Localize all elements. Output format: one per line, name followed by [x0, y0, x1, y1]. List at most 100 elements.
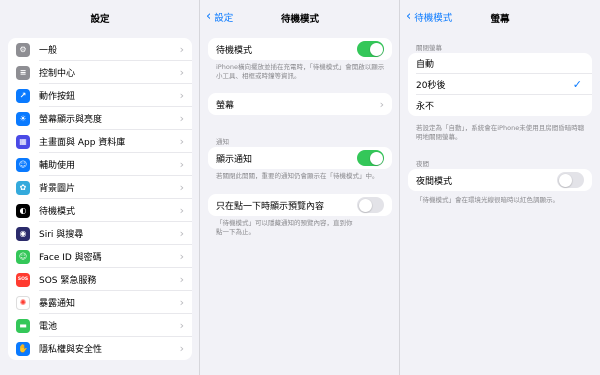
auto-off-option[interactable]: 20秒後 ✓: [408, 74, 592, 95]
home-screen-icon: ▦: [16, 134, 30, 149]
settings-row-label: 背景圖片: [39, 184, 76, 194]
toggle-knob: [369, 42, 383, 56]
notifications-card: 顯示通知: [208, 147, 392, 169]
control-center-icon: ≡: [16, 65, 30, 80]
settings-row-label: 暴露通知: [39, 299, 76, 309]
auto-off-header: 關閉螢幕: [416, 44, 442, 52]
chevron-right-icon: ›: [179, 43, 184, 56]
chevron-right-icon: ›: [379, 97, 384, 111]
settings-row[interactable]: ☺ 輔助使用 ›: [8, 153, 192, 176]
settings-row-label: 輔助使用: [39, 161, 76, 171]
settings-row[interactable]: SOS SOS 緊急服務 ›: [8, 268, 192, 291]
wallpaper-icon: ✿: [16, 180, 30, 195]
standby-toggle-label: 待機模式: [216, 45, 253, 56]
auto-off-options-card: 自動 20秒後 ✓ 永不: [408, 53, 592, 116]
chevron-right-icon: ›: [179, 273, 184, 286]
settings-row[interactable]: ≡ 控制中心 ›: [8, 61, 192, 84]
auto-off-option-label: 20秒後: [416, 81, 446, 91]
toggle-knob: [558, 173, 572, 187]
display-card: 螢幕 ›: [208, 93, 392, 115]
night-footer: 「待機模式」會在環境光線很暗時以紅色調顯示。: [416, 196, 559, 204]
face-id-icon: ☺: [16, 249, 30, 264]
settings-row[interactable]: ◉ Siri 與搜尋 ›: [8, 222, 192, 245]
settings-row[interactable]: ▦ 主畫面與 App 資料庫 ›: [8, 130, 192, 153]
auto-off-option[interactable]: 自動: [408, 53, 592, 74]
settings-row[interactable]: ✋ 隱私權與安全性 ›: [8, 337, 192, 360]
hand-icon: ✋: [16, 341, 30, 356]
night-mode-row: 夜間模式: [408, 169, 592, 191]
show-notifications-row: 顯示通知: [208, 147, 392, 169]
chevron-right-icon: ›: [179, 135, 184, 148]
settings-row[interactable]: ☀ 螢幕顯示與亮度 ›: [8, 107, 192, 130]
chevron-right-icon: ›: [179, 250, 184, 263]
settings-row-label: 待機模式: [39, 207, 76, 217]
chevron-right-icon: ›: [179, 181, 184, 194]
checkmark-icon: ✓: [572, 78, 582, 91]
settings-row-label: SOS 緊急服務: [39, 276, 97, 286]
sos-icon: SOS: [16, 272, 30, 287]
settings-row-label: 電池: [39, 322, 58, 332]
settings-row[interactable]: ⚙ 一般 ›: [8, 38, 192, 61]
settings-title: 設定: [90, 14, 110, 25]
settings-row-label: 主畫面與 App 資料庫: [39, 138, 126, 148]
show-notifications-label: 顯示通知: [216, 154, 253, 165]
chevron-right-icon: ›: [179, 66, 184, 79]
standby-icon: ◐: [16, 203, 30, 218]
settings-row-label: Siri 與搜尋: [39, 230, 84, 240]
night-header: 夜間: [416, 160, 429, 168]
display-pane: ‹ 待機模式 螢幕 關閉螢幕 自動 20秒後 ✓ 永不 若設定為「自動」，系統會在iP…: [400, 0, 600, 375]
standby-pane: ‹ 設定 待機模式 待機模式 iPhone橫向擺放並插在充電時，「待機模式」會開…: [200, 0, 400, 375]
settings-row[interactable]: ✿ 背景圖片 ›: [8, 176, 192, 199]
accessibility-icon: ☺: [16, 157, 30, 172]
settings-row-label: 螢幕顯示與亮度: [39, 115, 103, 125]
settings-row-label: 一般: [39, 46, 58, 56]
night-mode-toggle[interactable]: [557, 172, 584, 188]
display-title: 螢幕: [490, 14, 510, 25]
chevron-right-icon: ›: [179, 158, 184, 171]
battery-icon: ▬: [16, 318, 30, 333]
notifications-header: 通知: [216, 138, 229, 146]
action-button-icon: ↗: [16, 88, 30, 103]
preview-row: 只在點一下時顯示預覽內容: [208, 194, 392, 216]
auto-off-footer: 若設定為「自動」，系統會在iPhone未使用且房間昏暗時聰明地關閉螢幕。: [416, 124, 585, 141]
siri-icon: ◉: [16, 226, 30, 241]
night-mode-label: 夜間模式: [416, 176, 453, 187]
preview-card: 只在點一下時顯示預覽內容: [208, 194, 392, 216]
settings-row[interactable]: ▬ 電池 ›: [8, 314, 192, 337]
gear-icon: ⚙: [16, 42, 30, 57]
show-notifications-toggle[interactable]: [357, 150, 384, 166]
chevron-right-icon: ›: [179, 89, 184, 102]
standby-toggle[interactable]: [357, 41, 384, 57]
chevron-right-icon: ›: [179, 204, 184, 217]
settings-row-label: 隱私權與安全性: [39, 345, 103, 355]
brightness-icon: ☀: [16, 111, 30, 126]
night-card: 夜間模式: [408, 169, 592, 191]
settings-row[interactable]: ☺ Face ID 與密碼 ›: [8, 245, 192, 268]
standby-footer: iPhone橫向擺放並插在充電時，「待機模式」會開啟以顯示小工具、相框或時鐘等資…: [216, 63, 385, 80]
auto-off-option-label: 永不: [416, 102, 435, 112]
preview-label: 只在點一下時顯示預覽內容: [216, 201, 325, 212]
chevron-right-icon: ›: [179, 296, 184, 309]
display-row[interactable]: 螢幕 ›: [208, 93, 392, 115]
settings-row-label: Face ID 與密碼: [39, 253, 102, 263]
chevron-right-icon: ›: [179, 227, 184, 240]
show-notifications-footer: 若關閉此開關，重要的通知仍會顯示在「待機模式」中。: [216, 172, 379, 180]
settings-pane: 設定 ⚙ 一般 › ≡ 控制中心 › ↗ 動作按鈕 › ☀ 螢幕顯示與亮度 › ▦ 主畫面與 App 資料…: [0, 0, 200, 375]
auto-off-option[interactable]: 永不: [408, 95, 592, 116]
display-label: 螢幕: [216, 100, 235, 111]
exposure-icon: ✺: [16, 295, 30, 310]
settings-row[interactable]: ↗ 動作按鈕 ›: [8, 84, 192, 107]
preview-footer: 「待機模式」可以隱藏通知的預覽內容，直到你點一下為止。: [216, 219, 353, 236]
standby-toggle-row: 待機模式: [208, 38, 392, 60]
auto-off-option-label: 自動: [416, 60, 435, 70]
chevron-right-icon: ›: [179, 112, 184, 125]
settings-row[interactable]: ✺ 暴露通知 ›: [8, 291, 192, 314]
chevron-right-icon: ›: [179, 319, 184, 332]
standby-main-card: 待機模式: [208, 38, 392, 60]
settings-row-label: 控制中心: [39, 69, 76, 79]
toggle-knob: [369, 151, 383, 165]
settings-row[interactable]: ◐ 待機模式 ›: [8, 199, 192, 222]
toggle-knob: [358, 198, 372, 212]
chevron-right-icon: ›: [179, 342, 184, 355]
preview-toggle[interactable]: [357, 197, 384, 213]
